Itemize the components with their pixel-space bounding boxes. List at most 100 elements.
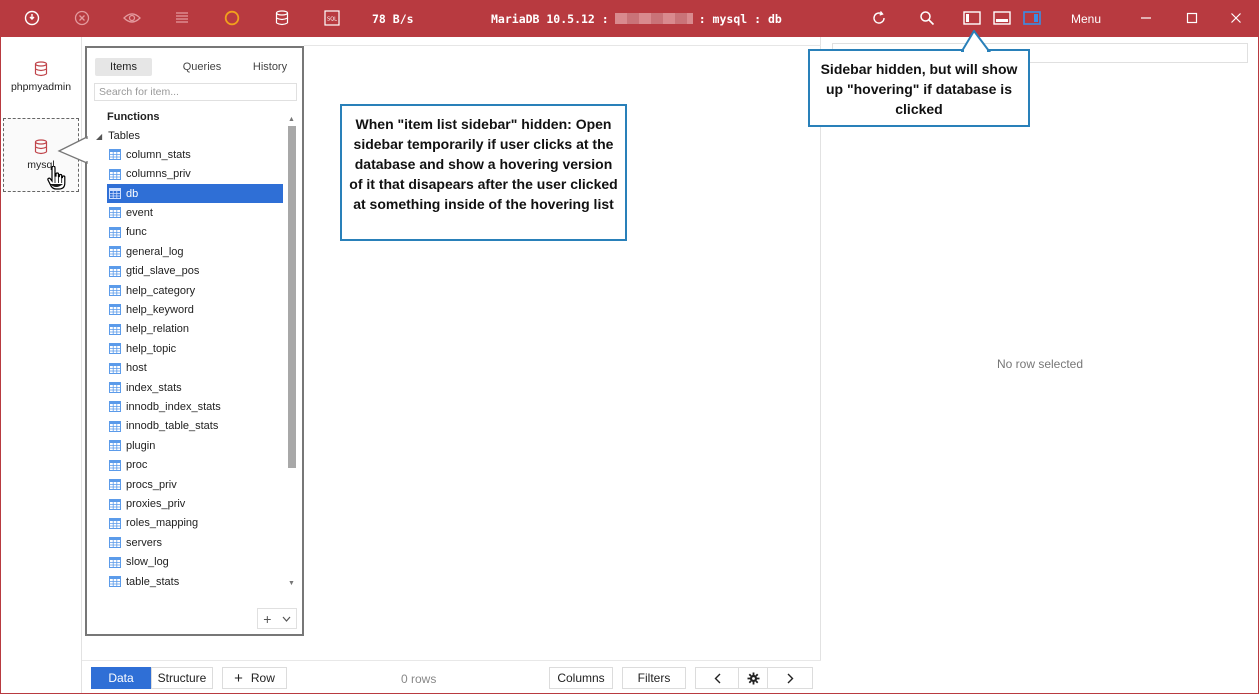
- tables-section[interactable]: ◢ Tables: [96, 130, 140, 142]
- table-item[interactable]: help_topic: [107, 339, 283, 358]
- table-item[interactable]: event: [107, 203, 283, 222]
- table-icon: [109, 265, 121, 277]
- table-item-label: help_relation: [126, 323, 189, 336]
- next-page-button[interactable]: [767, 667, 813, 689]
- table-list: column_stats columns_privdb event func gener…: [107, 145, 283, 591]
- table-icon: [109, 382, 121, 394]
- item-search-input[interactable]: Search for item...: [94, 83, 297, 101]
- table-item-label: proxies_priv: [126, 498, 186, 511]
- table-item[interactable]: table_stats: [107, 572, 283, 591]
- structure-tab-button[interactable]: Structure: [151, 667, 213, 689]
- table-item[interactable]: innodb_index_stats: [107, 397, 283, 416]
- table-icon: [109, 323, 121, 335]
- table-icon: [109, 168, 121, 180]
- table-icon: [109, 420, 121, 432]
- table-item[interactable]: db: [107, 183, 283, 204]
- pagination-settings-button[interactable]: [738, 667, 768, 689]
- table-item-label: gtid_slave_pos: [126, 265, 200, 278]
- maximize-icon[interactable]: [1183, 9, 1201, 27]
- plus-icon[interactable]: +: [263, 611, 271, 627]
- gear-icon: [747, 672, 759, 684]
- table-item[interactable]: help_relation: [107, 320, 283, 339]
- table-icon: [109, 246, 121, 258]
- table-item[interactable]: proxies_priv: [107, 494, 283, 513]
- functions-section[interactable]: Functions: [107, 111, 160, 123]
- table-item-label: general_log: [126, 245, 184, 258]
- db-item-label: phpmyadmin: [10, 81, 72, 93]
- table-icon: [109, 401, 121, 413]
- table-item[interactable]: column_stats: [107, 145, 283, 164]
- table-item[interactable]: func: [107, 223, 283, 242]
- table-item-label: plugin: [126, 439, 156, 452]
- columns-button[interactable]: Columns: [549, 667, 613, 689]
- table-item-label: roles_mapping: [126, 517, 199, 530]
- refresh-icon[interactable]: [870, 9, 888, 27]
- filters-button[interactable]: Filters: [622, 667, 686, 689]
- table-item[interactable]: general_log: [107, 242, 283, 261]
- table-item-label: column_stats: [126, 148, 191, 161]
- sidebar-scrollbar[interactable]: ▲ ▼: [286, 116, 298, 592]
- menu-button[interactable]: Menu: [1071, 12, 1101, 26]
- status-circle-icon[interactable]: [223, 9, 241, 27]
- table-icon: [109, 576, 121, 588]
- table-item-label: index_stats: [126, 381, 182, 394]
- minimize-icon[interactable]: [1137, 9, 1155, 27]
- search-icon[interactable]: [918, 9, 936, 27]
- scroll-down-icon[interactable]: ▼: [288, 580, 295, 587]
- chevron-down-icon[interactable]: [282, 616, 291, 622]
- connect-icon[interactable]: [23, 9, 41, 27]
- table-icon: [109, 207, 121, 219]
- table-item[interactable]: help_category: [107, 281, 283, 300]
- table-item[interactable]: roles_mapping: [107, 514, 283, 533]
- previous-page-button[interactable]: [695, 667, 739, 689]
- toggle-bottom-panel-icon[interactable]: [993, 9, 1011, 27]
- close-icon[interactable]: [1227, 9, 1245, 27]
- table-item[interactable]: procs_priv: [107, 475, 283, 494]
- table-item-label: help_topic: [126, 342, 177, 355]
- callout-pointer-up: [961, 30, 991, 52]
- table-item[interactable]: gtid_slave_pos: [107, 261, 283, 280]
- database-icon[interactable]: [273, 9, 291, 27]
- table-icon: [109, 517, 121, 529]
- scroll-up-icon[interactable]: ▲: [288, 116, 295, 123]
- table-item[interactable]: columns_priv: [107, 164, 283, 183]
- toggle-right-panel-icon[interactable]: [1023, 9, 1041, 27]
- table-item[interactable]: proc: [107, 456, 283, 475]
- database-icon: [34, 139, 48, 155]
- add-row-button[interactable]: + Row: [222, 667, 287, 689]
- tab-items[interactable]: Items: [95, 58, 152, 76]
- table-icon: [109, 188, 121, 200]
- title-server: MariaDB 10.5.12 :: [491, 12, 609, 26]
- svg-text:SQL: SQL: [327, 17, 337, 23]
- table-item[interactable]: slow_log: [107, 553, 283, 572]
- plus-icon: +: [234, 669, 243, 687]
- title-bar: SQL 78 B/s MariaDB 10.5.12 :: mysql : db…: [0, 0, 1259, 37]
- list-icon[interactable]: [173, 9, 191, 27]
- table-item[interactable]: plugin: [107, 436, 283, 455]
- sql-icon[interactable]: SQL: [323, 9, 341, 27]
- row-detail-panel: No row selected: [822, 37, 1258, 693]
- db-item-phpmyadmin[interactable]: phpmyadmin: [3, 41, 79, 115]
- table-icon: [109, 362, 121, 374]
- table-item-label: help_keyword: [126, 303, 194, 316]
- data-tab-button[interactable]: Data: [91, 667, 151, 689]
- table-item[interactable]: innodb_table_stats: [107, 417, 283, 436]
- table-item[interactable]: servers: [107, 533, 283, 552]
- table-item[interactable]: index_stats: [107, 378, 283, 397]
- table-item[interactable]: help_keyword: [107, 300, 283, 319]
- table-icon: [109, 343, 121, 355]
- toggle-left-sidebar-icon[interactable]: [963, 9, 981, 27]
- table-item[interactable]: host: [107, 358, 283, 377]
- view-icon[interactable]: [123, 9, 141, 27]
- table-icon: [109, 537, 121, 549]
- table-item-label: slow_log: [126, 556, 169, 569]
- tab-queries[interactable]: Queries: [172, 58, 232, 76]
- annotation-callout-toggle: Sidebar hidden, but will show up "hoveri…: [808, 49, 1030, 127]
- scrollbar-thumb[interactable]: [288, 126, 296, 468]
- table-item-label: proc: [126, 459, 148, 472]
- tab-history[interactable]: History: [242, 58, 298, 76]
- add-item-control[interactable]: +: [257, 608, 297, 629]
- table-item-label: db: [126, 187, 139, 200]
- redacted-host: [614, 13, 693, 24]
- disconnect-icon[interactable]: [73, 9, 91, 27]
